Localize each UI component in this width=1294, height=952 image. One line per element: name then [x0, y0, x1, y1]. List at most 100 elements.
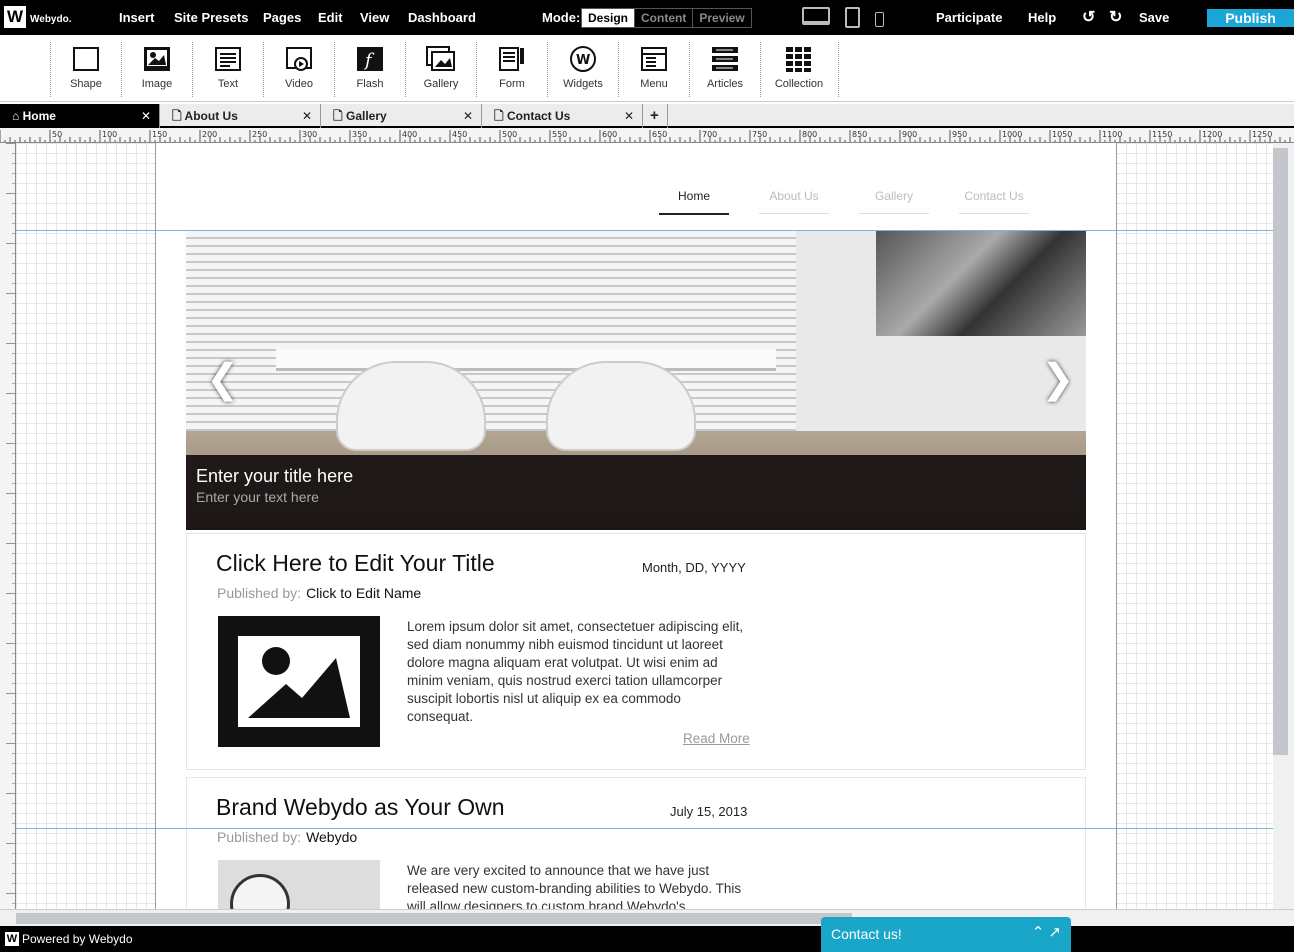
tool-gallery[interactable]: Gallery — [406, 45, 476, 90]
mode-preview-button[interactable]: Preview — [693, 9, 750, 27]
tab-home[interactable]: ⌂ Home ✕ — [0, 104, 160, 128]
post-author-name[interactable]: Click to Edit Name — [306, 585, 421, 601]
svg-text:W: W — [576, 53, 590, 68]
widgets-icon: W — [568, 45, 598, 73]
menu-view[interactable]: View — [360, 10, 389, 25]
slider-caption: Enter your title here Enter your text he… — [186, 455, 1086, 530]
undo-icon[interactable]: ↺ — [1082, 7, 1095, 27]
horizontal-scrollbar[interactable] — [0, 909, 1294, 926]
webydo-footer-logo: W — [5, 932, 19, 946]
menu-dashboard[interactable]: Dashboard — [408, 10, 476, 25]
slider-title[interactable]: Enter your title here — [196, 466, 353, 487]
page-area[interactable]: Home About Us Gallery Contact Us ❮ ❯ Ent… — [155, 143, 1117, 909]
scrollbar-thumb[interactable] — [16, 913, 852, 924]
tool-label: Widgets — [563, 78, 603, 90]
tab-label: Contact Us — [507, 109, 571, 123]
mode-design-button[interactable]: Design — [582, 9, 636, 27]
logo-badge-image — [230, 874, 290, 909]
home-icon: ⌂ — [12, 109, 20, 123]
menu-site-presets[interactable]: Site Presets — [174, 10, 248, 25]
add-page-button[interactable]: + — [643, 104, 668, 128]
blog-post: Brand Webydo as Your Own July 15, 2013 P… — [186, 777, 1086, 909]
tool-label: Menu — [640, 78, 668, 90]
image-slider[interactable]: ❮ ❯ Enter your title here Enter your tex… — [186, 231, 1086, 530]
tool-label: Flash — [356, 78, 384, 90]
top-bar: W Webydo. Insert Site Presets Pages Edit… — [0, 0, 1294, 35]
gallery-icon — [426, 45, 456, 73]
site-nav-contact-us[interactable]: Contact Us — [959, 189, 1029, 214]
tool-text[interactable]: Text — [193, 45, 263, 90]
tool-flash[interactable]: f Flash — [335, 45, 405, 90]
page-boundary-line — [155, 143, 156, 909]
flash-icon: f — [355, 45, 385, 73]
tab-gallery[interactable]: 🗋 Gallery ✕ — [321, 104, 482, 128]
menu-edit[interactable]: Edit — [318, 10, 343, 25]
publish-button[interactable]: Publish — [1207, 9, 1294, 27]
tool-image[interactable]: Image — [122, 45, 192, 90]
mode-label: Mode: — [542, 10, 581, 25]
guide-line[interactable] — [16, 828, 1273, 829]
ruler-label: 400 — [402, 130, 417, 139]
ruler-label: 750 — [752, 130, 767, 139]
webydo-logo[interactable]: W — [4, 6, 26, 28]
post-body[interactable]: We are very excited to announce that we … — [407, 862, 747, 909]
post-image[interactable] — [218, 860, 380, 909]
close-icon[interactable]: ✕ — [624, 104, 634, 128]
mode-content-button[interactable]: Content — [635, 9, 694, 27]
desktop-view-icon[interactable] — [802, 7, 830, 25]
tab-about-us[interactable]: 🗋 About Us ✕ — [160, 104, 321, 128]
tool-articles[interactable]: Articles — [690, 45, 760, 90]
page-icon: 🗋 — [494, 109, 504, 123]
tool-shape[interactable]: Shape — [51, 45, 121, 90]
tool-form[interactable]: Form — [477, 45, 547, 90]
participate-link[interactable]: Participate — [936, 10, 1002, 25]
post-date[interactable]: Month, DD, YYYY — [642, 560, 746, 575]
scrollbar-thumb[interactable] — [1273, 148, 1288, 755]
post-date[interactable]: July 15, 2013 — [670, 804, 747, 819]
ruler-label: 700 — [702, 130, 717, 139]
mobile-view-icon[interactable] — [875, 12, 884, 27]
ruler-label: 1000 — [1002, 130, 1022, 139]
post-image-placeholder[interactable] — [218, 616, 380, 747]
page-icon: 🗋 — [333, 109, 343, 123]
slider-prev-arrow-icon[interactable]: ❮ — [206, 356, 240, 402]
contact-widget[interactable]: Contact us! ⌃ ↗ — [821, 917, 1071, 952]
read-more-link[interactable]: Read More — [683, 731, 750, 746]
tab-contact-us[interactable]: 🗋 Contact Us ✕ — [482, 104, 643, 128]
ruler-label: 200 — [202, 130, 217, 139]
mode-switcher: Design Content Preview — [581, 8, 752, 28]
blog-post: Click Here to Edit Your Title Month, DD,… — [186, 533, 1086, 770]
save-button[interactable]: Save — [1139, 10, 1169, 25]
post-title[interactable]: Click Here to Edit Your Title — [216, 550, 495, 577]
tool-menu[interactable]: Menu — [619, 45, 689, 90]
ruler-label: 550 — [552, 130, 567, 139]
tool-video[interactable]: Video — [264, 45, 334, 90]
post-author-name[interactable]: Webydo — [306, 829, 357, 845]
close-icon[interactable]: ✕ — [302, 104, 312, 128]
powered-by-text[interactable]: Powered by Webydo — [22, 932, 133, 946]
tablet-view-icon[interactable] — [845, 7, 860, 28]
slider-next-arrow-icon[interactable]: ❯ — [1041, 356, 1075, 402]
menu-pages[interactable]: Pages — [263, 10, 301, 25]
site-nav-home[interactable]: Home — [659, 189, 729, 215]
site-nav-about-us[interactable]: About Us — [759, 189, 829, 214]
menu-insert[interactable]: Insert — [119, 10, 154, 25]
site-nav-gallery[interactable]: Gallery — [859, 189, 929, 214]
help-link[interactable]: Help — [1028, 10, 1056, 25]
tool-label: Video — [285, 78, 313, 90]
ruler-label: 450 — [452, 130, 467, 139]
ruler-label: 500 — [502, 130, 517, 139]
tool-widgets[interactable]: W Widgets — [548, 45, 618, 90]
expand-icon[interactable]: ⌃ ↗ — [1032, 923, 1061, 941]
post-title[interactable]: Brand Webydo as Your Own — [216, 794, 505, 821]
contact-widget-label: Contact us! — [831, 926, 902, 942]
slider-text[interactable]: Enter your text here — [196, 489, 319, 505]
tool-collection[interactable]: Collection — [764, 45, 834, 90]
close-icon[interactable]: ✕ — [141, 104, 151, 128]
redo-icon[interactable]: ↻ — [1109, 7, 1122, 27]
vertical-scrollbar[interactable] — [1273, 143, 1294, 909]
post-body[interactable]: Lorem ipsum dolor sit amet, consectetuer… — [407, 618, 747, 726]
guide-line[interactable] — [16, 230, 1273, 231]
close-icon[interactable]: ✕ — [463, 104, 473, 128]
design-canvas[interactable]: Home About Us Gallery Contact Us ❮ ❯ Ent… — [16, 143, 1273, 909]
